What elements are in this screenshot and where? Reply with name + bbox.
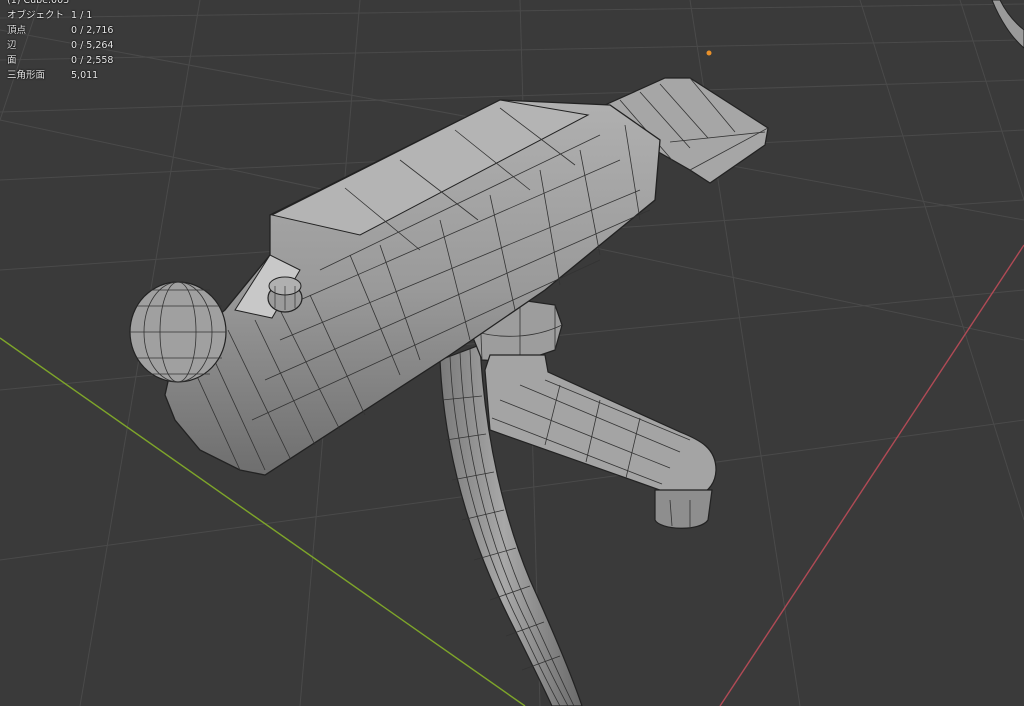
stat-row-vertices: 頂点 0 / 2,716: [7, 23, 113, 38]
stat-label: 面: [7, 55, 17, 66]
small-knob[interactable]: [267, 276, 303, 313]
stat-row-faces: 面 0 / 2,558: [7, 53, 113, 68]
3d-viewport[interactable]: [0, 0, 1024, 706]
stat-label: 三角形面: [7, 70, 46, 81]
stat-value: 0 / 5,264: [71, 40, 114, 51]
stat-row-triangles: 三角形面 5,011: [7, 68, 113, 83]
temperature-knob[interactable]: [129, 281, 227, 383]
stat-value: 5,011: [71, 70, 99, 81]
stat-label: 辺: [7, 40, 17, 51]
stats-overlay: (1) Cube.003 オブジェクト 1 / 1 頂点 0 / 2,716 辺…: [7, 0, 113, 83]
object-name-partial: (1) Cube.003: [7, 0, 70, 6]
faucet-spout[interactable]: [484, 354, 717, 529]
stat-value: 0 / 2,716: [71, 25, 114, 36]
stat-label: オブジェクト: [7, 10, 65, 21]
object-origin-dot[interactable]: [706, 50, 712, 56]
stat-value: 1 / 1: [71, 10, 93, 21]
stat-label: 頂点: [7, 25, 27, 36]
x-axis-line: [719, 244, 1024, 706]
stat-row-edges: 辺 0 / 5,264: [7, 38, 113, 53]
stat-value: 0 / 2,558: [71, 55, 114, 66]
stat-row-objects: オブジェクト 1 / 1: [7, 8, 113, 23]
